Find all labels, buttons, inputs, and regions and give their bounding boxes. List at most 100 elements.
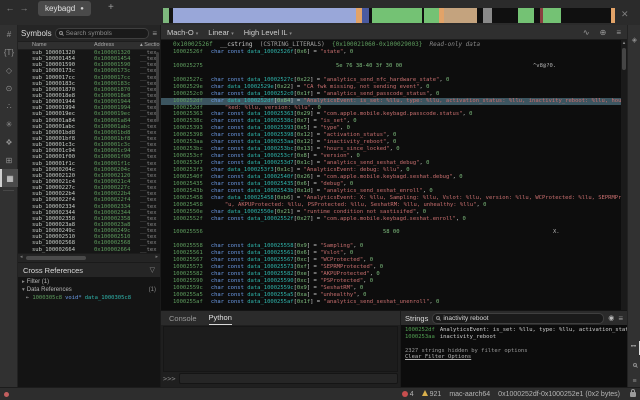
il-level-dropdown[interactable]: High Level IL ▾ [244,28,292,37]
strings-menu-icon[interactable]: ≡ [618,314,623,323]
code-line[interactable]: 100025558char const data_100025558[0x9] … [161,243,627,250]
code-line[interactable]: 1000253cfchar const data_1000253cf[0x8] … [161,153,627,160]
memory-map-icon[interactable]: ▦ [0,169,18,187]
code-line[interactable]: 10002538cchar const data_10002538c[0x7] … [161,118,627,125]
code-line[interactable]: 10002529echar data_10002529e[0x22] = "CA… [161,84,627,91]
blank-line [161,70,627,77]
log-icon[interactable]: ≡ [628,374,640,388]
xrefs-group-row[interactable]: ▾Data References (1) [18,286,160,294]
warning-count[interactable]: 921 [422,390,442,398]
code-line[interactable]: 1000252dfchar data_1000252df[0x84] = "An… [161,98,627,105]
code-line[interactable]: 10002527cchar const data_10002527c[0x22]… [161,77,627,84]
symbols-horizontal-scrollbar[interactable]: ◂▸ [18,253,160,261]
code-line[interactable]: 1000253d7char const data_1000253d7[0x1c]… [161,160,627,167]
feature-map[interactable] [163,8,615,23]
feature-map-segment[interactable] [543,8,562,23]
mini-graph-icon[interactable]: ✳ [0,115,18,133]
types-icon[interactable]: {T} [0,43,18,61]
code-line[interactable]: 100025573char const data_100025573[0xf] … [161,264,627,271]
code-line[interactable]: 1000255a5char const data_1000255a5[0xa] … [161,292,627,299]
feature-map-close-icon[interactable]: ✕ [621,9,629,20]
code-line[interactable]: 10002540fchar const data_10002540f[0x26]… [161,174,627,181]
feature-map-segment[interactable] [444,8,477,23]
hex-line[interactable]: 10002555658 00X. [161,229,627,236]
symbols-column-headers[interactable]: Name Address ▴ Sectio [18,41,160,50]
back-arrow-icon[interactable]: ← [4,3,16,13]
code-line[interactable]: 100025561char const data_100025561[0x6] … [161,250,627,257]
link-icon[interactable]: ∿ [583,28,590,37]
code-line[interactable]: 10002550echar data_10002550e[0x21] = "ru… [161,209,627,216]
tab-python[interactable]: Python [209,311,232,325]
column-address[interactable]: Address [94,42,140,49]
feature-map-segment[interactable] [362,8,369,23]
code-line[interactable]: 100025567char const data_100025567[0xc] … [161,257,627,264]
code-line[interactable]: 10002526fchar const data_10002526f[0x6] … [161,49,627,56]
string-result-row[interactable]: 1000253aainactivity_reboot [405,334,627,341]
strings-panel-icon[interactable]: ”” [628,341,640,355]
code-line[interactable]: 1000253aachar const data_1000253aa[0x12]… [161,139,627,146]
feature-map-segment[interactable] [173,8,356,23]
xrefs-filter-row[interactable]: ▸Filter (1) [18,278,160,286]
python-console-output[interactable] [163,326,398,372]
code-line[interactable]: 100025590char const data_100025590[0xc] … [161,278,627,285]
debugger-icon[interactable]: ❖ [0,133,18,151]
symbols-search-input[interactable]: Search symbols [55,28,150,39]
layout-dropdown[interactable]: Linear ▾ [208,28,233,37]
code-line[interactable]: 100025363char const data_100025363[0x29]… [161,111,627,118]
sync-icon[interactable]: ⊕ [600,28,607,37]
code-line[interactable]: 1000252df"ked: %llu, version: %llu", 0 [161,105,627,112]
binary-view-dropdown[interactable]: Mach-O ▾ [167,28,198,37]
tab-modified-dot[interactable]: ● [80,6,84,12]
tags-icon[interactable]: ◇ [0,61,18,79]
error-count[interactable]: 4 [402,391,414,398]
code-line[interactable]: 100025458char data_100025458[0xb6] = "An… [161,195,627,202]
forward-arrow-icon[interactable]: → [18,3,30,13]
linear-view: Mach-O ▾ Linear ▾ High Level IL ▾ ∿ ⊕ ≡ … [160,25,627,310]
column-name[interactable]: Name [32,42,94,49]
column-section[interactable]: ▴ Sectio [140,42,160,49]
string-result-row[interactable]: 1000252dfAnalyticsEvent: is_set: %llu, t… [405,327,627,334]
stack-icon[interactable]: ∴ [0,97,18,115]
view-menu-icon[interactable]: ≡ [616,28,621,37]
feature-map-segment[interactable] [561,8,610,23]
feature-map-segment[interactable] [483,8,492,23]
variables-icon[interactable]: ⊙ [0,79,18,97]
feature-map-segment[interactable] [492,8,518,23]
tab-console[interactable]: Console [169,311,197,325]
code-line[interactable]: 1000253f3char data_1000253f3[0x1c] = "An… [161,167,627,174]
code-line[interactable]: 100025458"u, AKPUProtected: %llu, PSProt… [161,202,627,209]
xrefs-icon[interactable]: # [0,25,18,43]
symbols-list[interactable]: sub_1000013200x100001320__texsub_1000014… [18,50,160,253]
xref-item[interactable]: ⇤ 1000305c8 void* data_1000305c8 [18,294,160,302]
symbols-menu-icon[interactable]: ≡ [152,29,157,38]
disassembly-text[interactable]: 10002526fchar const data_10002526f[0x6] … [161,49,627,306]
tab-keybagd[interactable]: keybagd ● [38,1,91,16]
feature-map-segment[interactable] [611,8,615,23]
new-tab-button[interactable]: + [108,2,114,13]
feature-map-segment[interactable] [372,8,421,23]
symbols-vertical-scrollbar[interactable] [156,52,159,122]
code-line[interactable]: 100025398char const data_100025398[0x12]… [161,132,627,139]
regex-toggle-icon[interactable]: ◉ [608,314,614,322]
lock-icon[interactable] [630,392,636,397]
code-line[interactable]: 1000255afchar const data_1000255af[0x1f]… [161,299,627,306]
code-line[interactable]: 10002543bchar const data_10002543b[0x1d]… [161,188,627,195]
code-line[interactable]: 100025393char const data_100025393[0x5] … [161,125,627,132]
memory-layers-icon[interactable]: ◈ [628,33,640,47]
call-graph-icon[interactable]: ⊞ [0,151,18,169]
code-line[interactable]: 1000252c0char const data_1000252c0[0x1f]… [161,91,627,98]
filter-icon[interactable]: ▽ [150,266,155,274]
strings-results[interactable]: 1000252dfAnalyticsEvent: is_set: %llu, t… [401,325,627,360]
feature-map-segment[interactable] [424,8,439,23]
strings-search-input[interactable]: inactivity reboot [432,313,604,324]
code-line[interactable]: 100025582char const data_100025582[0xe] … [161,271,627,278]
clear-filter-link[interactable]: Clear Filter Options [405,354,627,360]
feature-map-segment[interactable] [518,8,534,23]
code-line[interactable]: 10002559cchar const data_10002559c[0x9] … [161,285,627,292]
hex-line[interactable]: 1000252755e 76 38-40 3f 30 00^v8@?0. [161,63,627,70]
code-line[interactable]: 1000253bcchar const data_1000253bc[0x13]… [161,146,627,153]
find-icon[interactable] [628,358,640,372]
code-line[interactable]: 100025435char const data_100025435[0x6] … [161,181,627,188]
python-input[interactable] [179,373,398,384]
code-line[interactable]: 10002552fchar const data_10002552f[0x27]… [161,216,627,223]
